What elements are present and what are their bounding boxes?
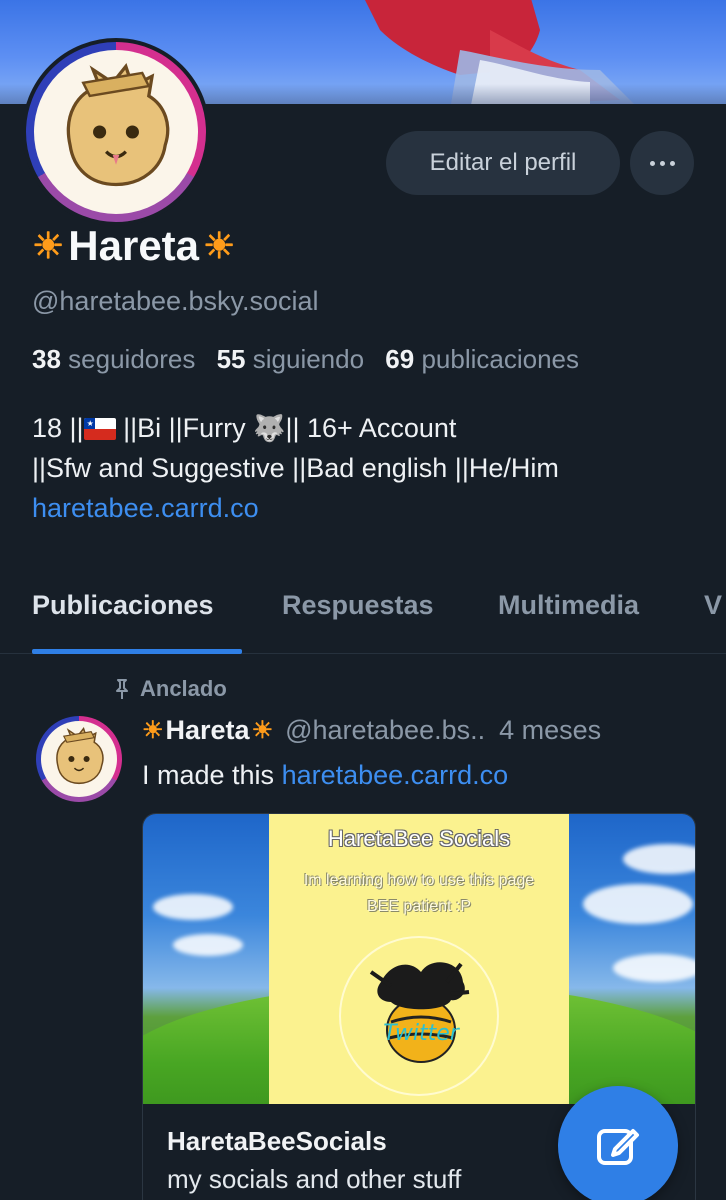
card-image-subtitle: Im learning how to use this page BEE pat…: [303, 872, 535, 915]
pinned-text: Anclado: [140, 676, 227, 701]
profile-handle: @haretabee.bsky.social: [32, 286, 319, 316]
card-image-panel: HaretaBee Socials Im learning how to use…: [269, 814, 569, 1104]
followers-stat[interactable]: 38 seguidores: [32, 344, 195, 374]
more-dots-icon: [649, 160, 675, 166]
profile-display-name: ☀ Hareta ☀: [32, 222, 235, 270]
pin-icon: [116, 679, 128, 699]
tab-respuestas[interactable]: Respuestas: [282, 590, 434, 621]
author-name-text: Hareta: [165, 715, 250, 745]
following-stat[interactable]: 55 siguiendo: [217, 344, 364, 374]
compose-icon: [597, 1129, 639, 1165]
post-header: ☀ Hareta ☀ @haretabee.bs.. 4 meses: [142, 715, 601, 746]
bio-text: || 16+ Account: [285, 413, 457, 443]
bio-link[interactable]: haretabee.carrd.co: [32, 493, 259, 523]
avatar-artwork: [56, 727, 104, 785]
profile-avatar[interactable]: [22, 38, 210, 226]
sun-icon: ☀: [203, 225, 236, 266]
post-timestamp[interactable]: 4 meses: [499, 715, 601, 746]
bee-drawing: Twitter: [369, 962, 470, 1063]
card-title: HaretaBeeSocials: [167, 1126, 387, 1156]
more-options-button[interactable]: [630, 131, 694, 195]
wolf-icon: 🐺: [253, 413, 286, 443]
profile-tabs: Publicaciones Respuestas Multimedia V: [0, 580, 726, 654]
card-image-title: HaretaBee Socials: [327, 826, 511, 851]
bio-text: ||Bi ||Furry: [115, 413, 254, 443]
bio-text: ||Sfw and Suggestive ||Bad english ||He/…: [32, 453, 559, 483]
sun-icon: ☀: [142, 717, 164, 744]
post-author-avatar[interactable]: [36, 716, 122, 802]
post-text: I made this haretabee.carrd.co: [142, 760, 508, 791]
tab-multimedia[interactable]: Multimedia: [498, 590, 639, 621]
card-description: my socials and other stuff: [167, 1164, 462, 1194]
profile-stats: 38 seguidores 55 siguiendo 69 publicacio…: [32, 344, 579, 375]
sun-icon: ☀: [32, 225, 65, 266]
post-author-handle[interactable]: @haretabee.bs..: [285, 715, 485, 746]
post-author-name[interactable]: ☀ Hareta ☀: [142, 715, 273, 746]
edit-profile-button[interactable]: Editar el perfil: [386, 131, 620, 195]
avatar-artwork: [66, 63, 170, 187]
post-text-body: I made this: [142, 760, 282, 790]
posts-stat: 69 publicaciones: [385, 344, 580, 374]
bio-text: 18 ||: [32, 413, 84, 443]
link-preview-image: HaretaBee Socials Im learning how to use…: [143, 814, 695, 1104]
display-name-text: Hareta: [68, 222, 200, 269]
sun-icon: ☀: [251, 717, 274, 744]
pinned-label: Anclado: [112, 676, 227, 702]
tab-publicaciones[interactable]: Publicaciones: [32, 590, 214, 621]
svg-text:Twitter: Twitter: [383, 1021, 461, 1046]
chile-flag-icon: ★: [83, 418, 116, 440]
post-link[interactable]: haretabee.carrd.co: [282, 760, 509, 790]
active-tab-indicator: [32, 649, 242, 654]
profile-bio: 18 || ★ ||Bi ||Furry 🐺|| 16+ Account ||Sf…: [32, 408, 559, 528]
tab-more[interactable]: V: [704, 590, 722, 621]
compose-button[interactable]: [558, 1086, 678, 1200]
